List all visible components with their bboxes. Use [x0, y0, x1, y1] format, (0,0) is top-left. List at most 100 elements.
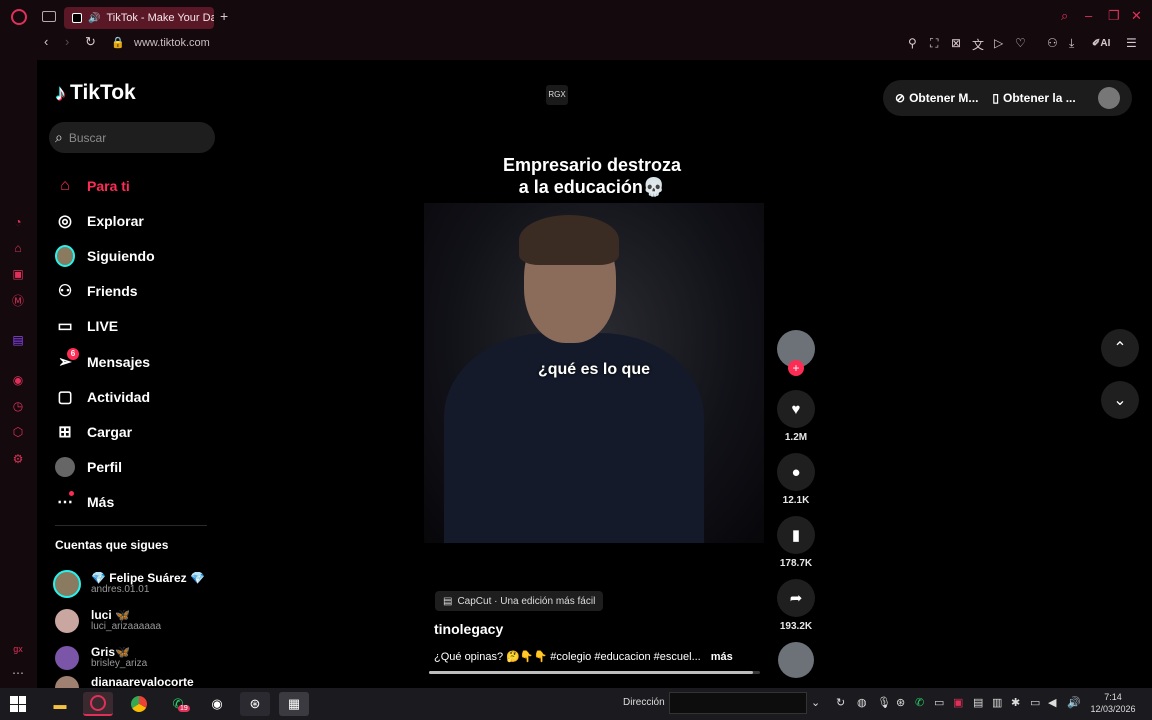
reload-icon[interactable]: ↻	[85, 34, 96, 50]
speaker-icon[interactable]: ◀	[1048, 696, 1056, 709]
nav-item-mas[interactable]: ⋯ Más	[55, 485, 215, 520]
whatsapp-icon[interactable]: ✆ 19	[163, 692, 193, 716]
whatsapp-tray-icon[interactable]: ✆	[915, 696, 924, 709]
share-button[interactable]: ➦	[777, 579, 815, 617]
microphone-icon[interactable]: 🎙	[877, 696, 891, 709]
bookmark-button[interactable]: ▮	[777, 516, 815, 554]
ai-button[interactable]: ✐AI	[1092, 38, 1110, 49]
network-icon[interactable]: ▭	[1030, 696, 1040, 709]
following-item[interactable]: luci 🦋 luci_arizaaaaaa	[53, 602, 223, 639]
get-app-button[interactable]: ⊘ Obtener M...	[895, 91, 978, 105]
refresh-icon[interactable]: ↻	[836, 696, 845, 709]
app-window-icon[interactable]: ▦	[279, 692, 309, 716]
speaker-icon[interactable]: 🔊	[88, 13, 100, 24]
nav-item-friends[interactable]: ⚇ Friends	[55, 274, 215, 309]
nav-item-mensajes[interactable]: ➢ 6 Mensajes	[55, 344, 215, 379]
tray-red-icon[interactable]: ▣	[953, 696, 963, 709]
next-video-button[interactable]: ⌄	[1101, 381, 1139, 419]
heart-outline-icon[interactable]: ♡	[1015, 36, 1026, 50]
following-item[interactable]: 💎 Felipe Suárez 💎 andres.01.01	[53, 565, 223, 602]
tray-app3-icon[interactable]: ▥	[992, 696, 1002, 709]
close-icon[interactable]: ✕	[1131, 8, 1142, 24]
restore-icon[interactable]: ❐	[1108, 8, 1120, 24]
download-icon[interactable]: ⤓	[1069, 36, 1074, 51]
play-icon[interactable]: ▷	[994, 36, 1003, 50]
nav-item-actividad[interactable]: ▢ Actividad	[55, 379, 215, 414]
forward-icon[interactable]: ›	[65, 34, 69, 49]
address-toolbar-input[interactable]	[669, 692, 807, 714]
translate-icon[interactable]: 文	[972, 36, 984, 53]
nav-item-cargar[interactable]: ⊞ Cargar	[55, 414, 215, 449]
comment-button[interactable]: ●	[777, 453, 815, 491]
obs-icon[interactable]: ◉	[202, 692, 232, 716]
url-field[interactable]: www.tiktok.com	[134, 37, 210, 49]
chrome-icon[interactable]	[124, 692, 154, 716]
bookmark-icon: ▮	[791, 527, 801, 544]
shield-icon[interactable]: ⊠	[951, 36, 961, 50]
steam-tray-icon[interactable]: ⊛	[896, 696, 905, 709]
pin-icon[interactable]: ⚲	[908, 36, 917, 50]
file-explorer-icon[interactable]: ▬	[45, 692, 75, 716]
following-item[interactable]: Gris🦋 brisley_ariza	[53, 639, 223, 676]
volume-icon[interactable]: 🔊	[1067, 696, 1081, 709]
gx-corner-icon[interactable]: ⌂	[11, 241, 25, 255]
nav-label: Friends	[87, 283, 138, 300]
comment-icon: ●	[791, 463, 801, 481]
new-tab-button[interactable]: +	[220, 8, 228, 24]
messages-badge: 6	[67, 347, 79, 360]
windows-start-icon[interactable]	[10, 696, 26, 712]
nav-label: Perfil	[87, 459, 123, 476]
workspace-icon[interactable]	[42, 11, 56, 22]
tab-tiktok[interactable]: 🔊 TikTok - Make Your Da	[64, 7, 214, 29]
user-avatar[interactable]	[1097, 87, 1120, 109]
more-options-icon[interactable]: ⋯	[11, 666, 25, 680]
gx-control-icon[interactable]: gx	[11, 642, 25, 656]
video-progress[interactable]	[429, 671, 760, 674]
minimize-icon[interactable]: –	[1085, 8, 1092, 23]
bluetooth-icon[interactable]: ✱	[1011, 696, 1020, 709]
menu-icon[interactable]: ☰	[1126, 36, 1137, 50]
tray-app2-icon[interactable]: ▤	[973, 696, 983, 709]
opera-gx-logo-icon[interactable]	[11, 9, 27, 25]
history-icon[interactable]: ◷	[11, 399, 25, 413]
monitor-icon[interactable]: ▭	[934, 696, 944, 709]
sound-avatar[interactable]	[778, 642, 814, 678]
player-circle-icon[interactable]: ◉	[11, 373, 25, 387]
nav-label: Siguiendo	[87, 247, 155, 264]
tray-app-icon[interactable]: ◍	[857, 696, 867, 709]
like-button[interactable]: ♥	[777, 390, 815, 428]
follow-button[interactable]: +	[788, 360, 804, 376]
profile-icon[interactable]: ⚇	[1047, 36, 1058, 50]
nav-item-live[interactable]: ▭ LIVE	[55, 309, 215, 344]
nav-item-siguiendo[interactable]: Siguiendo	[55, 238, 215, 273]
nav-item-para-ti[interactable]: ⌂ Para ti	[55, 168, 215, 203]
nav-item-perfil[interactable]: Perfil	[55, 450, 215, 485]
capcut-tag[interactable]: ▤ CapCut · Una edición más fácil	[435, 591, 604, 611]
speed-dial-icon[interactable]: ◔	[11, 215, 25, 229]
get-desktop-button[interactable]: ▯ Obtener la ...	[992, 91, 1075, 105]
tiktok-logo[interactable]: ♪ TikTok	[55, 80, 136, 106]
nav-item-explorar[interactable]: ◎ Explorar	[55, 203, 215, 238]
more-link[interactable]: más	[711, 651, 733, 663]
author-avatar[interactable]: +	[777, 330, 815, 376]
opera-gx-taskbar-icon[interactable]	[83, 692, 113, 716]
player-icon[interactable]: ▣	[11, 267, 25, 281]
clock[interactable]: 7:14 12/03/2026	[1088, 691, 1138, 715]
more-icon: ⋯	[55, 491, 75, 512]
get-desktop-label: Obtener la ...	[1003, 91, 1076, 105]
search-icon[interactable]: ⌕	[1061, 8, 1068, 24]
avatar	[55, 608, 79, 633]
chevron-down-icon[interactable]: ⌄	[811, 696, 820, 709]
extensions-icon[interactable]: ⬡	[11, 425, 25, 439]
video-author[interactable]: tinolegacy	[434, 621, 503, 637]
twitch-icon[interactable]: ▤	[11, 333, 25, 347]
snapshot-icon[interactable]: ⛶	[930, 36, 938, 51]
messenger-icon[interactable]: Ⓜ	[11, 294, 25, 308]
back-icon[interactable]: ‹	[44, 34, 48, 49]
settings-icon[interactable]: ⚙	[11, 452, 25, 466]
clock-time: 7:14	[1104, 692, 1122, 702]
previous-video-button[interactable]: ⌃	[1101, 329, 1139, 367]
steam-icon[interactable]: ⊛	[240, 692, 270, 716]
search-input[interactable]: ⌕ Buscar	[49, 122, 215, 153]
video-player[interactable]: ¿qué es lo que	[424, 203, 764, 543]
